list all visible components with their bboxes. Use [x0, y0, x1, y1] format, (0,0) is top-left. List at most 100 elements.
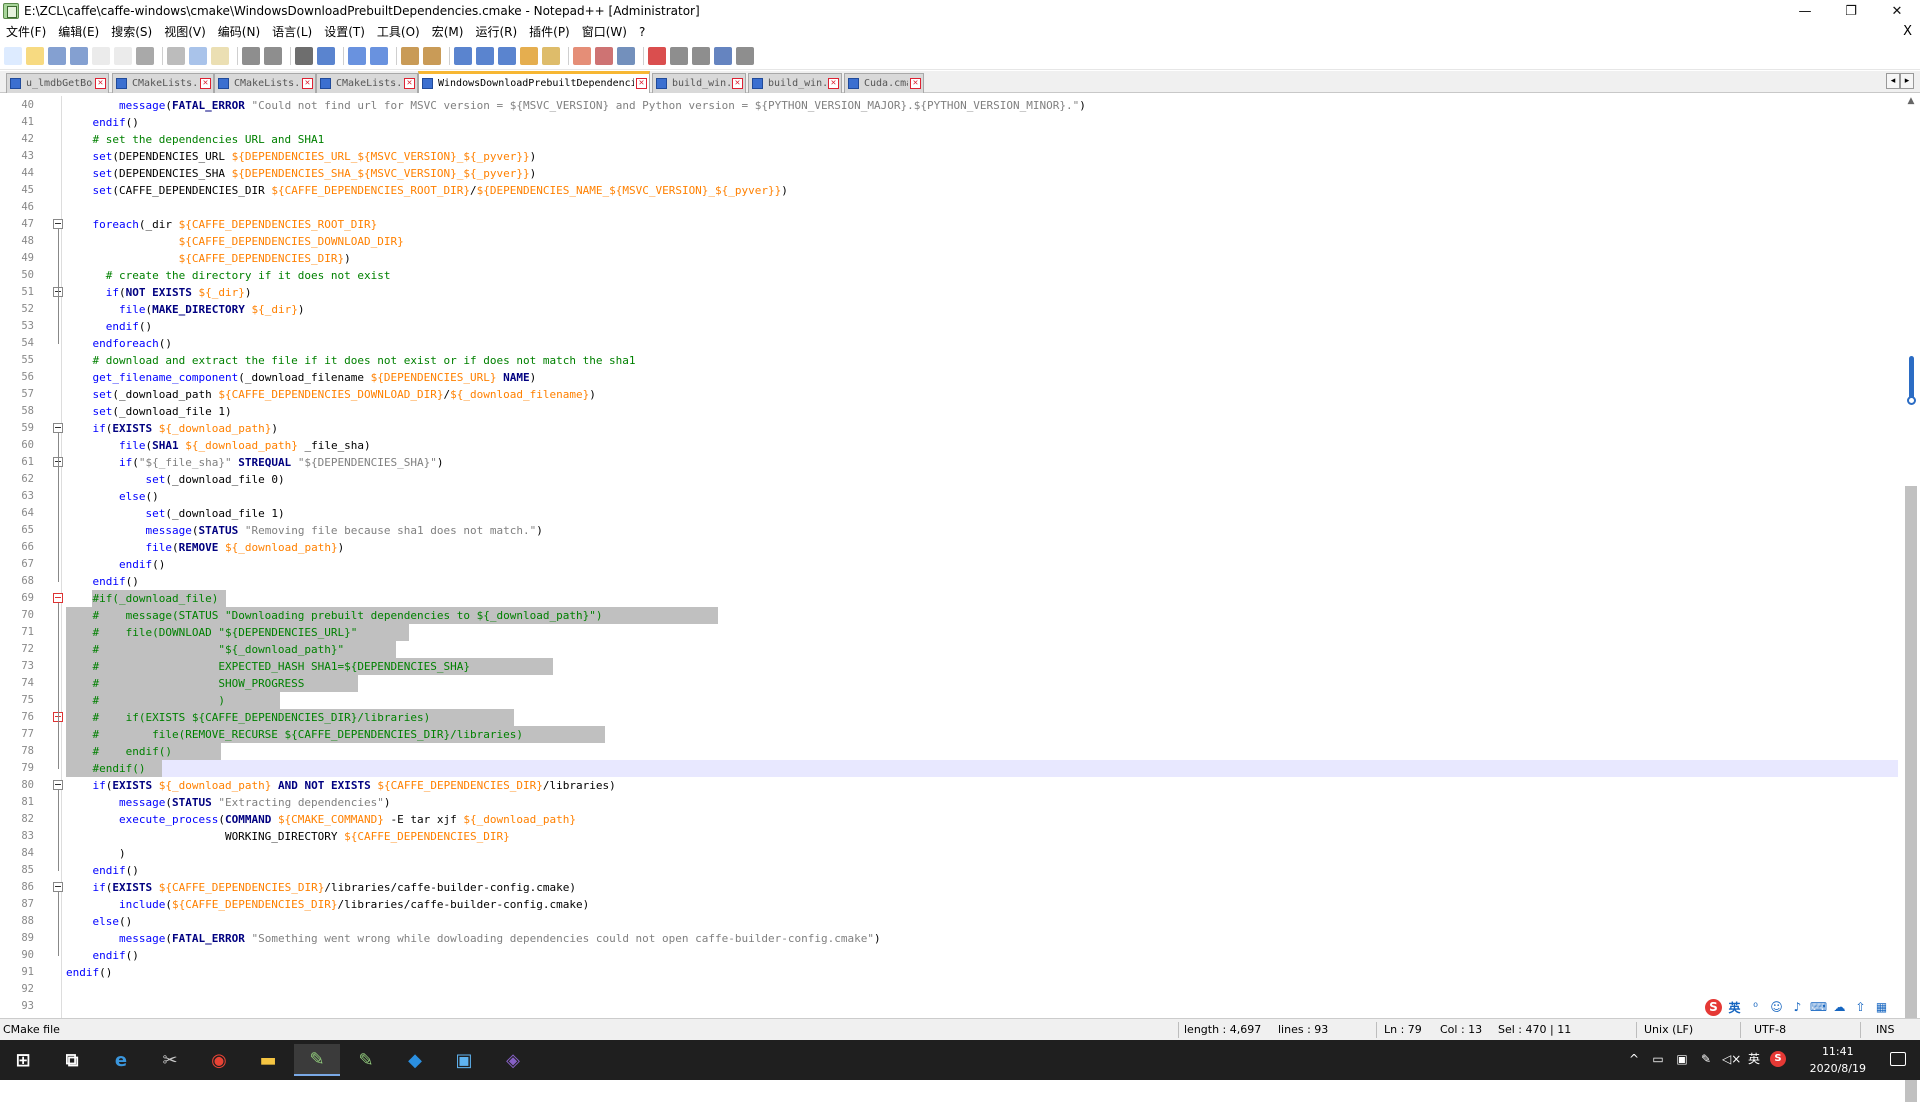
function-list-icon[interactable] — [542, 46, 560, 65]
code-line[interactable]: if(EXISTS ${CAFFE_DEPENDENCIES_DIR}/libr… — [66, 879, 577, 896]
code-line[interactable]: #if(_download_file) — [66, 590, 219, 607]
code-line[interactable]: # download and extract the file if it do… — [66, 352, 636, 369]
code-line[interactable]: endif() — [66, 964, 112, 981]
punctuation-icon[interactable]: ⁰ — [1747, 999, 1764, 1016]
upload-icon[interactable]: ⇧ — [1852, 999, 1869, 1016]
fold-toggle-icon[interactable] — [53, 219, 63, 229]
code-line[interactable]: # file(DOWNLOAD "${DEPENDENCIES_URL}" — [66, 624, 358, 641]
chrome-icon[interactable]: ◉ — [196, 1044, 242, 1076]
restore-button[interactable]: ❐ — [1828, 0, 1874, 22]
menu-item-2[interactable]: 搜索(S) — [105, 22, 158, 42]
fold-toggle-icon[interactable] — [53, 593, 63, 603]
eye-icon[interactable] — [617, 46, 635, 65]
tab-scroll-right-button[interactable]: ▸ — [1900, 73, 1914, 89]
menu-item-12[interactable]: ? — [633, 22, 651, 42]
paste-icon[interactable] — [211, 46, 229, 65]
keyboard-icon[interactable]: ⌨ — [1810, 999, 1827, 1016]
folder-as-workspace-icon[interactable] — [573, 46, 591, 65]
zoom-out-icon[interactable] — [370, 46, 388, 65]
tab-scroll-left-button[interactable]: ◂ — [1886, 73, 1900, 89]
redo-icon[interactable] — [264, 46, 282, 65]
code-line[interactable]: endif() — [66, 318, 152, 335]
save-macro-icon[interactable] — [736, 46, 754, 65]
record-macro-icon[interactable] — [648, 46, 666, 65]
edge-icon[interactable]: e — [98, 1044, 144, 1076]
code-line[interactable]: get_filename_component(_download_filenam… — [66, 369, 537, 386]
indent-guide-icon[interactable] — [498, 46, 516, 65]
mic-icon[interactable]: ♪ — [1789, 999, 1806, 1016]
ime-lang-toggle[interactable]: 英 — [1726, 999, 1743, 1016]
undo-icon[interactable] — [242, 46, 260, 65]
code-line[interactable]: if(EXISTS ${_download_path} AND NOT EXIS… — [66, 777, 616, 794]
tray-volume-icon[interactable]: ◁× — [1722, 1051, 1741, 1067]
menu-item-7[interactable]: 工具(O) — [371, 22, 426, 42]
vertical-scrollbar[interactable]: ▲ — [1902, 96, 1920, 1102]
code-line[interactable]: # set the dependencies URL and SHA1 — [66, 131, 325, 148]
code-line[interactable]: set(DEPENDENCIES_SHA ${DEPENDENCIES_SHA_… — [66, 165, 537, 182]
status-insert-mode[interactable]: INS — [1876, 1019, 1894, 1041]
code-line[interactable]: if(EXISTS ${_download_path}) — [66, 420, 278, 437]
code-line[interactable]: # message(STATUS "Downloading prebuilt d… — [66, 607, 603, 624]
toolbox-icon[interactable]: ▦ — [1873, 999, 1890, 1016]
code-line[interactable]: message(FATAL_ERROR "Something went wron… — [66, 930, 881, 947]
menu-item-8[interactable]: 宏(M) — [426, 22, 470, 42]
code-line[interactable]: # if(EXISTS ${CAFFE_DEPENDENCIES_DIR}/li… — [66, 709, 431, 726]
menu-item-9[interactable]: 运行(R) — [469, 22, 523, 42]
task-view-icon[interactable]: ⧉ — [49, 1044, 95, 1076]
code-line[interactable]: message(STATUS "Extracting dependencies"… — [66, 794, 391, 811]
doc-map-icon[interactable] — [520, 46, 538, 65]
file-explorer-icon[interactable]: ▬ — [245, 1044, 291, 1076]
scrollbar-thumb[interactable] — [1905, 486, 1917, 1102]
close-all-icon[interactable] — [114, 46, 132, 65]
tab-close-icon[interactable]: ✕ — [302, 78, 313, 89]
skin-icon[interactable]: ☁ — [1831, 999, 1848, 1016]
menu-item-10[interactable]: 插件(P) — [523, 22, 576, 42]
tab-file[interactable]: build_win.cmd✕ — [652, 73, 746, 93]
code-line[interactable]: endif() — [66, 556, 165, 573]
code-line[interactable]: #endif() — [66, 760, 146, 777]
status-encoding[interactable]: UTF-8 — [1754, 1019, 1786, 1041]
close-icon[interactable] — [92, 46, 110, 65]
menu-item-4[interactable]: 编码(N) — [212, 22, 266, 42]
code-line[interactable]: # create the directory if it does not ex… — [66, 267, 391, 284]
tray-tablet-icon[interactable]: ▭ — [1650, 1051, 1666, 1067]
menu-item-1[interactable]: 编辑(E) — [52, 22, 105, 42]
code-line[interactable]: set(_download_path ${CAFFE_DEPENDENCIES_… — [66, 386, 596, 403]
menu-item-11[interactable]: 窗口(W) — [576, 22, 633, 42]
tab-close-icon[interactable]: ✕ — [828, 78, 839, 89]
tab-close-icon[interactable]: ✕ — [200, 78, 211, 89]
tab-close-icon[interactable]: ✕ — [95, 78, 106, 89]
remote-desktop-icon[interactable]: ▣ — [441, 1044, 487, 1076]
menu-item-3[interactable]: 视图(V) — [158, 22, 212, 42]
menu-item-5[interactable]: 语言(L) — [266, 22, 318, 42]
code-line[interactable]: file(MAKE_DIRECTORY ${_dir}) — [66, 301, 304, 318]
fold-toggle-icon[interactable] — [53, 882, 63, 892]
code-line[interactable]: endif() — [66, 862, 139, 879]
code-line[interactable]: endforeach() — [66, 335, 172, 352]
code-line[interactable]: WORKING_DIRECTORY ${CAFFE_DEPENDENCIES_D… — [66, 828, 510, 845]
close-document-button[interactable]: X — [1903, 22, 1912, 42]
code-line[interactable]: if(NOT EXISTS ${_dir}) — [66, 284, 252, 301]
tab-file[interactable]: CMakeLists.txt✕ — [316, 73, 418, 93]
code-editor[interactable]: 40 41 42 43 44 45 46 47 48 49 50 51 52 53 54 55 56 57 58 59… — [0, 96, 1902, 1018]
code-line[interactable]: endif() — [66, 947, 139, 964]
code-line[interactable]: file(SHA1 ${_download_path} _file_sha) — [66, 437, 371, 454]
copy-icon[interactable] — [189, 46, 207, 65]
tab-file[interactable]: CMakeLists.txt✕ — [214, 73, 316, 93]
vscode-icon[interactable]: ◆ — [392, 1044, 438, 1076]
new-icon[interactable] — [4, 46, 22, 65]
code-line[interactable]: set(DEPENDENCIES_URL ${DEPENDENCIES_URL_… — [66, 148, 537, 165]
menu-item-6[interactable]: 设置(T) — [318, 22, 371, 42]
tray-sogou-icon[interactable]: S — [1770, 1051, 1786, 1067]
word-wrap-icon[interactable] — [454, 46, 472, 65]
emoji-icon[interactable]: ☺ — [1768, 999, 1785, 1016]
tab-file[interactable]: CMakeLists.txt✕ — [112, 73, 214, 93]
cut-icon[interactable] — [167, 46, 185, 65]
tab-close-icon[interactable]: ✕ — [636, 78, 647, 89]
code-line[interactable]: # SHOW_PROGRESS — [66, 675, 305, 692]
code-line[interactable]: else() — [66, 913, 133, 930]
code-line[interactable]: file(REMOVE ${_download_path}) — [66, 539, 344, 556]
minimize-button[interactable]: — — [1782, 0, 1828, 22]
tab-active-file[interactable]: WindowsDownloadPrebuiltDependencies.cmak… — [418, 71, 650, 93]
code-line[interactable]: ${CAFFE_DEPENDENCIES_DIR}) — [66, 250, 351, 267]
